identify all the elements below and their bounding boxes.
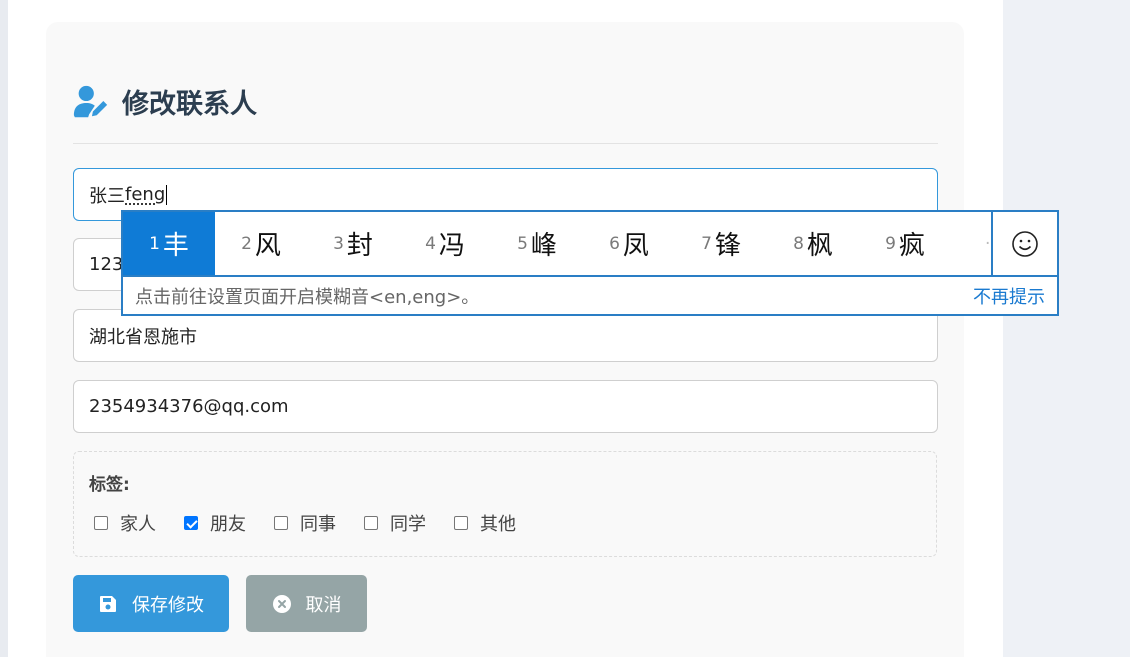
ime-candidate[interactable]: 4冯 [399,212,491,275]
form-header: 修改联系人 [72,82,257,121]
user-edit-icon [73,85,108,117]
tag-option-other[interactable]: 其他 [454,510,516,536]
candidate-char: 凤 [622,231,649,261]
candidate-number: 6 [609,233,620,254]
ime-candidate[interactable]: 3封 [307,212,399,275]
tag-label: 朋友 [210,514,246,535]
smiley-icon [1012,230,1038,257]
tag-option-classmate[interactable]: 同学 [364,510,426,536]
address-value: 湖北省恩施市 [89,326,197,348]
tag-checkbox[interactable] [184,516,198,530]
tag-checkbox[interactable] [94,516,108,530]
candidate-char: 锋 [714,231,741,261]
candidate-char: 疯 [898,231,925,261]
ime-candidate[interactable]: 9疯 [859,212,951,275]
candidate-char: 风 [254,231,281,261]
tag-checkbox[interactable] [364,516,378,530]
ime-candidate-row: 1丰 2风 3封 4冯 5峰 6凤 7锋 8枫 9疯 [123,212,1057,275]
candidate-number: 3 [333,233,344,254]
ime-candidate-window: 1丰 2风 3封 4冯 5峰 6凤 7锋 8枫 9疯 · 点击前往设置页面开启模… [121,210,1059,316]
text-caret [166,184,168,205]
ime-candidate[interactable]: 7锋 [675,212,767,275]
candidate-char: 冯 [438,231,465,261]
ime-candidate[interactable]: 8枫 [767,212,859,275]
tag-option-family[interactable]: 家人 [94,510,156,536]
tag-label: 同事 [300,514,336,535]
email-input[interactable]: 2354934376@qq.com [73,380,938,433]
tag-label: 家人 [120,514,156,535]
header-divider [73,143,938,144]
candidate-char: 峰 [530,231,557,261]
cancel-button[interactable]: 取消 [246,575,367,632]
candidate-number: 7 [701,233,712,254]
candidate-char: 丰 [162,231,189,261]
ime-hint-bar: 点击前往设置页面开启模糊音<en,eng>。 不再提示 [123,275,1057,314]
fuzzy-pinyin-hint[interactable]: 点击前往设置页面开启模糊音<en,eng>。 [135,283,479,309]
email-value: 2354934376@qq.com [89,396,289,417]
candidate-char: 封 [346,231,373,261]
tag-option-colleague[interactable]: 同事 [274,510,336,536]
tag-option-friend[interactable]: 朋友 [184,510,246,536]
tag-options: 家人 朋友 同事 同学 其他 [94,510,544,536]
tags-group: 标签: 家人 朋友 同事 同学 其他 [73,451,937,557]
emoji-button[interactable] [991,212,1057,275]
tag-checkbox[interactable] [274,516,288,530]
floppy-disk-icon [100,595,116,612]
ime-candidate[interactable]: 5峰 [491,212,583,275]
name-value: 张三 [89,185,125,207]
ime-candidate[interactable]: 6凤 [583,212,675,275]
cancel-label: 取消 [305,594,342,616]
ime-candidate[interactable]: 1丰 [123,212,215,275]
page-title: 修改联系人 [122,89,257,120]
ime-candidate[interactable]: 2风 [215,212,307,275]
candidate-number: 8 [793,233,804,254]
left-strip [0,0,8,657]
candidate-number: 1 [149,233,160,254]
phone-value: 123 [89,254,124,275]
address-input[interactable]: 湖北省恩施市 [73,309,938,362]
candidate-char: 枫 [806,231,833,261]
candidate-number: 9 [885,233,896,254]
name-preedit: feng [125,184,166,205]
candidate-number: 5 [517,233,528,254]
save-label: 保存修改 [132,594,204,616]
candidate-number: 4 [425,233,436,254]
dont-remind-link[interactable]: 不再提示 [973,283,1045,309]
tags-label: 标签: [89,475,130,495]
tag-label: 其他 [480,514,516,535]
tag-checkbox[interactable] [454,516,468,530]
save-button[interactable]: 保存修改 [73,575,229,632]
tag-label: 同学 [390,514,426,535]
right-background [1003,0,1130,657]
candidate-number: 2 [241,233,252,254]
close-circle-icon [272,594,291,613]
